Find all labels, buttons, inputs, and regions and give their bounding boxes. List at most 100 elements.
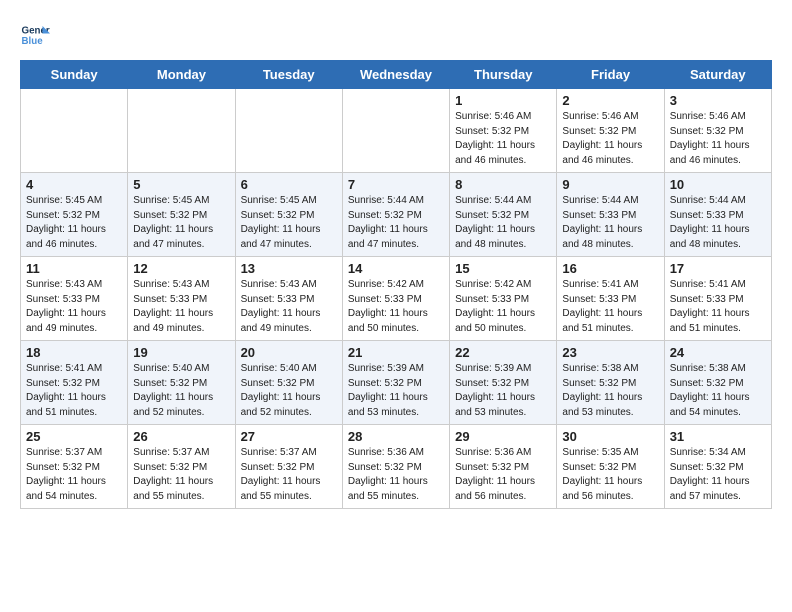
calendar-week-4: 18 Sunrise: 5:41 AM Sunset: 5:32 PM Dayli…	[21, 341, 772, 425]
calendar-cell: 13 Sunrise: 5:43 AM Sunset: 5:33 PM Dayli…	[235, 257, 342, 341]
day-info: Sunrise: 5:44 AM Sunset: 5:33 PM Dayligh…	[562, 194, 658, 252]
day-info: Sunrise: 5:44 AM Sunset: 5:32 PM Dayligh…	[348, 194, 444, 252]
day-info: Sunrise: 5:44 AM Sunset: 5:33 PM Dayligh…	[670, 194, 766, 252]
calendar-cell: 29Sunrise: 5:36 AM Sunset: 5:32 PM Dayli…	[450, 425, 557, 509]
calendar-cell: 21 Sunrise: 5:39 AM Sunset: 5:32 PM Dayli…	[342, 341, 449, 425]
calendar-cell	[342, 89, 449, 173]
header-cell-saturday: Saturday	[664, 61, 771, 89]
day-number: 3	[670, 93, 766, 108]
calendar-cell: 24 Sunrise: 5:38 AM Sunset: 5:32 PM Dayli…	[664, 341, 771, 425]
calendar-cell: 11Sunrise: 5:43 AM Sunset: 5:33 PM Dayli…	[21, 257, 128, 341]
day-number: 18	[26, 345, 122, 360]
day-info: Sunrise: 5:41 AM Sunset: 5:33 PM Dayligh…	[562, 278, 658, 336]
day-info: Sunrise: 5:35 AM Sunset: 5:32 PM Dayligh…	[562, 446, 658, 504]
calendar-cell	[21, 89, 128, 173]
day-info: Sunrise: 5:39 AM Sunset: 5:32 PM Dayligh…	[455, 362, 551, 420]
calendar-cell: 28 Sunrise: 5:36 AM Sunset: 5:32 PM Dayli…	[342, 425, 449, 509]
calendar-cell: 17 Sunrise: 5:41 AM Sunset: 5:33 PM Dayli…	[664, 257, 771, 341]
day-number: 9	[562, 177, 658, 192]
day-info: Sunrise: 5:43 AM Sunset: 5:33 PM Dayligh…	[133, 278, 229, 336]
calendar-cell: 9 Sunrise: 5:44 AM Sunset: 5:33 PM Daylig…	[557, 173, 664, 257]
page-header: General Blue	[20, 20, 772, 50]
day-info: Sunrise: 5:46 AM Sunset: 5:32 PM Dayligh…	[670, 110, 766, 168]
day-info: Sunrise: 5:38 AM Sunset: 5:32 PM Dayligh…	[562, 362, 658, 420]
day-number: 12	[133, 261, 229, 276]
day-info: Sunrise: 5:43 AM Sunset: 5:33 PM Dayligh…	[241, 278, 337, 336]
calendar-cell: 8Sunrise: 5:44 AM Sunset: 5:32 PM Daylig…	[450, 173, 557, 257]
day-info: Sunrise: 5:39 AM Sunset: 5:32 PM Dayligh…	[348, 362, 444, 420]
day-info: Sunrise: 5:37 AM Sunset: 5:32 PM Dayligh…	[26, 446, 122, 504]
calendar-cell: 5Sunrise: 5:45 AM Sunset: 5:32 PM Daylig…	[128, 173, 235, 257]
calendar-cell: 12 Sunrise: 5:43 AM Sunset: 5:33 PM Dayli…	[128, 257, 235, 341]
day-info: Sunrise: 5:38 AM Sunset: 5:32 PM Dayligh…	[670, 362, 766, 420]
day-info: Sunrise: 5:42 AM Sunset: 5:33 PM Dayligh…	[348, 278, 444, 336]
calendar-cell: 7 Sunrise: 5:44 AM Sunset: 5:32 PM Daylig…	[342, 173, 449, 257]
day-number: 22	[455, 345, 551, 360]
day-info: Sunrise: 5:45 AM Sunset: 5:32 PM Dayligh…	[26, 194, 122, 252]
day-number: 13	[241, 261, 337, 276]
calendar-cell: 16Sunrise: 5:41 AM Sunset: 5:33 PM Dayli…	[557, 257, 664, 341]
day-info: Sunrise: 5:45 AM Sunset: 5:32 PM Dayligh…	[133, 194, 229, 252]
header-cell-tuesday: Tuesday	[235, 61, 342, 89]
calendar-cell: 4 Sunrise: 5:45 AM Sunset: 5:32 PM Daylig…	[21, 173, 128, 257]
header-cell-monday: Monday	[128, 61, 235, 89]
day-number: 27	[241, 429, 337, 444]
day-number: 6	[241, 177, 337, 192]
svg-text:Blue: Blue	[22, 36, 44, 47]
day-info: Sunrise: 5:37 AM Sunset: 5:32 PM Dayligh…	[133, 446, 229, 504]
calendar-cell: 10Sunrise: 5:44 AM Sunset: 5:33 PM Dayli…	[664, 173, 771, 257]
day-number: 20	[241, 345, 337, 360]
calendar-cell: 14 Sunrise: 5:42 AM Sunset: 5:33 PM Dayli…	[342, 257, 449, 341]
calendar-cell: 1 Sunrise: 5:46 AM Sunset: 5:32 PM Daylig…	[450, 89, 557, 173]
calendar-week-1: 1 Sunrise: 5:46 AM Sunset: 5:32 PM Daylig…	[21, 89, 772, 173]
day-info: Sunrise: 5:37 AM Sunset: 5:32 PM Dayligh…	[241, 446, 337, 504]
day-info: Sunrise: 5:45 AM Sunset: 5:32 PM Dayligh…	[241, 194, 337, 252]
calendar-week-2: 4 Sunrise: 5:45 AM Sunset: 5:32 PM Daylig…	[21, 173, 772, 257]
logo-icon: General Blue	[20, 20, 50, 50]
day-number: 25	[26, 429, 122, 444]
day-number: 17	[670, 261, 766, 276]
header-cell-wednesday: Wednesday	[342, 61, 449, 89]
day-number: 28	[348, 429, 444, 444]
calendar-cell: 19Sunrise: 5:40 AM Sunset: 5:32 PM Dayli…	[128, 341, 235, 425]
calendar-cell: 3 Sunrise: 5:46 AM Sunset: 5:32 PM Daylig…	[664, 89, 771, 173]
calendar-week-5: 25 Sunrise: 5:37 AM Sunset: 5:32 PM Dayli…	[21, 425, 772, 509]
calendar-cell	[128, 89, 235, 173]
day-number: 23	[562, 345, 658, 360]
calendar-cell: 31Sunrise: 5:34 AM Sunset: 5:32 PM Dayli…	[664, 425, 771, 509]
day-info: Sunrise: 5:40 AM Sunset: 5:32 PM Dayligh…	[133, 362, 229, 420]
calendar-table: SundayMondayTuesdayWednesdayThursdayFrid…	[20, 60, 772, 509]
calendar-header: SundayMondayTuesdayWednesdayThursdayFrid…	[21, 61, 772, 89]
day-info: Sunrise: 5:34 AM Sunset: 5:32 PM Dayligh…	[670, 446, 766, 504]
header-cell-friday: Friday	[557, 61, 664, 89]
calendar-cell: 18 Sunrise: 5:41 AM Sunset: 5:32 PM Dayli…	[21, 341, 128, 425]
day-info: Sunrise: 5:46 AM Sunset: 5:32 PM Dayligh…	[455, 110, 551, 168]
logo: General Blue	[20, 20, 50, 50]
day-info: Sunrise: 5:43 AM Sunset: 5:33 PM Dayligh…	[26, 278, 122, 336]
day-number: 4	[26, 177, 122, 192]
day-number: 1	[455, 93, 551, 108]
day-number: 30	[562, 429, 658, 444]
day-number: 26	[133, 429, 229, 444]
day-number: 15	[455, 261, 551, 276]
header-row: SundayMondayTuesdayWednesdayThursdayFrid…	[21, 61, 772, 89]
day-number: 14	[348, 261, 444, 276]
calendar-body: 1 Sunrise: 5:46 AM Sunset: 5:32 PM Daylig…	[21, 89, 772, 509]
calendar-cell: 15Sunrise: 5:42 AM Sunset: 5:33 PM Dayli…	[450, 257, 557, 341]
header-cell-sunday: Sunday	[21, 61, 128, 89]
day-number: 21	[348, 345, 444, 360]
day-info: Sunrise: 5:41 AM Sunset: 5:33 PM Dayligh…	[670, 278, 766, 336]
day-number: 2	[562, 93, 658, 108]
calendar-cell: 23 Sunrise: 5:38 AM Sunset: 5:32 PM Dayli…	[557, 341, 664, 425]
calendar-cell	[235, 89, 342, 173]
day-info: Sunrise: 5:41 AM Sunset: 5:32 PM Dayligh…	[26, 362, 122, 420]
day-info: Sunrise: 5:40 AM Sunset: 5:32 PM Dayligh…	[241, 362, 337, 420]
day-info: Sunrise: 5:44 AM Sunset: 5:32 PM Dayligh…	[455, 194, 551, 252]
day-info: Sunrise: 5:36 AM Sunset: 5:32 PM Dayligh…	[348, 446, 444, 504]
calendar-cell: 30 Sunrise: 5:35 AM Sunset: 5:32 PM Dayli…	[557, 425, 664, 509]
day-number: 24	[670, 345, 766, 360]
day-number: 29	[455, 429, 551, 444]
calendar-cell: 26 Sunrise: 5:37 AM Sunset: 5:32 PM Dayli…	[128, 425, 235, 509]
calendar-cell: 25 Sunrise: 5:37 AM Sunset: 5:32 PM Dayli…	[21, 425, 128, 509]
day-number: 7	[348, 177, 444, 192]
